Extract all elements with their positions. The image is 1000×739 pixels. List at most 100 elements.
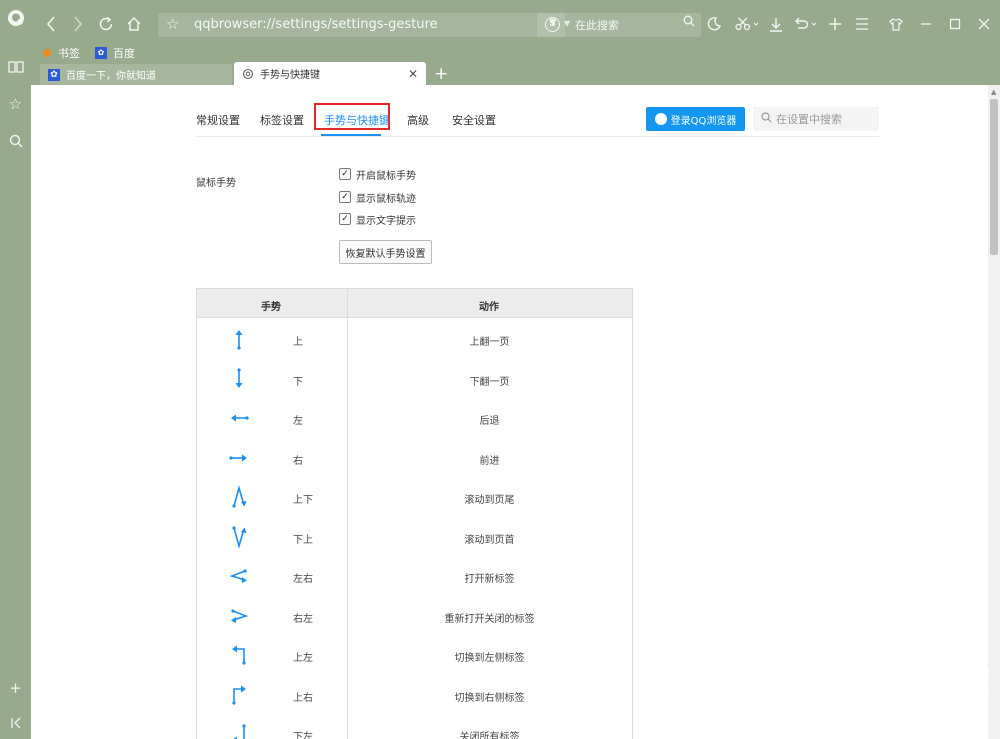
gesture-right-left-icon: [231, 609, 249, 623]
nav-tabs[interactable]: 标签设置: [260, 112, 304, 128]
table-row: 下左 关闭所有标签: [197, 714, 632, 739]
table-row: 上左 切换到左侧标签: [197, 635, 632, 675]
favorites-star-icon[interactable]: ☆: [0, 92, 31, 116]
refresh-icon[interactable]: [95, 12, 117, 36]
reading-book-icon[interactable]: [0, 55, 31, 79]
bookmarks-bar: 书签 ✿ 百度: [31, 44, 1000, 62]
add-sidebar-icon[interactable]: +: [0, 676, 31, 700]
gear-icon: [242, 68, 254, 80]
tab-baidu[interactable]: ✿ 百度一下，你就知道: [40, 64, 232, 85]
collapse-sidebar-icon[interactable]: [0, 711, 31, 735]
bookmark-star-icon[interactable]: ☆: [166, 15, 179, 33]
gesture-up-left-icon: [232, 645, 246, 665]
login-qq-button[interactable]: 登录QQ浏览器: [646, 107, 745, 131]
nav-general[interactable]: 常规设置: [196, 112, 240, 128]
address-bar[interactable]: ☆ qqbrowser://settings/settings-gesture …: [158, 13, 565, 37]
gesture-up-down-icon: [232, 485, 247, 508]
tab-label: 手势与快捷键: [260, 70, 320, 81]
checkbox-checked[interactable]: ✓: [339, 168, 351, 180]
maximize-icon[interactable]: [945, 12, 965, 36]
address-url[interactable]: qqbrowser://settings/settings-gesture: [194, 17, 438, 32]
option-show-text-hint[interactable]: ✓ 显示文字提示: [339, 211, 416, 227]
arrow-left-icon: [231, 414, 249, 422]
bookmark-label: 百度: [113, 47, 135, 60]
close-icon[interactable]: [974, 12, 994, 36]
gesture-name: 上左: [293, 653, 313, 664]
gesture-action: 后退: [479, 416, 500, 427]
settings-search-input[interactable]: 在设置中搜索: [753, 107, 879, 131]
search-engine-placeholder[interactable]: 在此搜索: [575, 17, 619, 33]
gesture-down-up-icon: [232, 526, 247, 549]
minimize-icon[interactable]: [916, 12, 936, 36]
gesture-name: 上: [293, 337, 303, 348]
option-label: 显示文字提示: [356, 215, 416, 227]
reset-gesture-button[interactable]: 恢复默认手势设置: [339, 240, 432, 264]
scroll-up-icon[interactable]: ▲: [991, 88, 996, 96]
option-label: 显示鼠标轨迹: [356, 193, 416, 205]
skin-shirt-icon[interactable]: [886, 12, 906, 36]
gesture-left-right-icon: [229, 569, 247, 583]
forward-icon[interactable]: [68, 12, 88, 36]
menu-icon[interactable]: [852, 12, 872, 36]
sogou-logo-icon[interactable]: S: [545, 17, 560, 32]
table-row: 右左 重新打开关闭的标签: [197, 596, 632, 636]
option-enable-gesture[interactable]: ✓ 开启鼠标手势: [339, 166, 416, 182]
tab-strip: ✿ 百度一下，你就知道 手势与快捷键 ✕ +: [31, 62, 1000, 85]
qq-browser-logo-icon[interactable]: [0, 6, 31, 30]
settings-nav: 常规设置 标签设置 手势与快捷键 高级 安全设置 登录QQ浏览器 在设置中搜索: [196, 85, 879, 137]
nav-advanced[interactable]: 高级: [407, 112, 429, 128]
table-row: 上下 滚动到页尾: [197, 477, 632, 517]
mouse-gesture-label: 鼠标手势: [196, 178, 236, 189]
undo-close-icon[interactable]: [791, 12, 821, 36]
gesture-action: 滚动到页尾: [464, 495, 515, 506]
search-icon[interactable]: [683, 15, 695, 31]
search-icon: [761, 112, 772, 126]
gesture-action: 上翻一页: [469, 337, 510, 348]
qq-penguin-icon: [654, 113, 667, 125]
bookmark-label: 书签: [58, 47, 80, 60]
download-icon[interactable]: [766, 12, 786, 36]
gesture-action: 重新打开关闭的标签: [444, 614, 535, 625]
header-action: 动作: [479, 302, 499, 313]
browser-toolbar: ☆ qqbrowser://settings/settings-gesture …: [31, 0, 1000, 44]
table-row: 下上 滚动到页首: [197, 517, 632, 557]
settings-search-placeholder: 在设置中搜索: [776, 113, 842, 126]
table-row: 下 下翻一页: [197, 359, 632, 399]
gesture-name: 右左: [293, 614, 313, 625]
gesture-action: 前进: [479, 456, 500, 467]
night-mode-moon-icon[interactable]: [703, 12, 725, 36]
gesture-action: 关闭所有标签: [459, 732, 520, 739]
search-icon[interactable]: [0, 129, 31, 153]
search-engine-box[interactable]: S ▼ 在此搜索: [537, 13, 701, 37]
bookmark-dot-icon: [43, 49, 51, 57]
gesture-name: 上右: [293, 693, 313, 704]
header-gesture: 手势: [261, 302, 281, 313]
home-icon[interactable]: [123, 12, 145, 36]
checkbox-checked[interactable]: ✓: [339, 213, 351, 225]
back-icon[interactable]: [41, 12, 61, 36]
table-row: 左右 打开新标签: [197, 556, 632, 596]
baidu-jingyan-watermark: Baidu经验 jingyan.baidu.com: [740, 630, 1000, 739]
new-tab-plus-icon[interactable]: [825, 12, 845, 36]
gesture-name: 下上: [293, 535, 313, 546]
table-row: 上 上翻一页: [197, 319, 632, 359]
arrow-down-icon: [235, 368, 243, 388]
tab-gesture-settings[interactable]: 手势与快捷键 ✕: [234, 62, 426, 85]
option-show-trail[interactable]: ✓ 显示鼠标轨迹: [339, 189, 416, 205]
chevron-down-icon[interactable]: ▼: [564, 19, 570, 28]
gesture-name: 左右: [293, 574, 313, 585]
screenshot-scissors-icon[interactable]: [733, 12, 763, 36]
table-row: 右 前进: [197, 438, 632, 478]
bookmark-baidu[interactable]: ✿ 百度: [95, 44, 135, 62]
gesture-up-right-icon: [232, 685, 246, 705]
checkbox-checked[interactable]: ✓: [339, 191, 351, 203]
gesture-name: 右: [293, 456, 303, 467]
new-tab-plus-icon[interactable]: +: [434, 64, 448, 84]
login-label: 登录QQ浏览器: [670, 115, 737, 127]
tab-close-icon[interactable]: ✕: [406, 67, 420, 81]
gesture-down-left-icon: [233, 724, 246, 739]
scrollbar-thumb[interactable]: [990, 99, 998, 255]
gesture-action: 切换到右侧标签: [454, 693, 525, 704]
bookmark-folder-bookmarks[interactable]: 书签: [43, 44, 80, 62]
nav-security[interactable]: 安全设置: [452, 112, 496, 128]
